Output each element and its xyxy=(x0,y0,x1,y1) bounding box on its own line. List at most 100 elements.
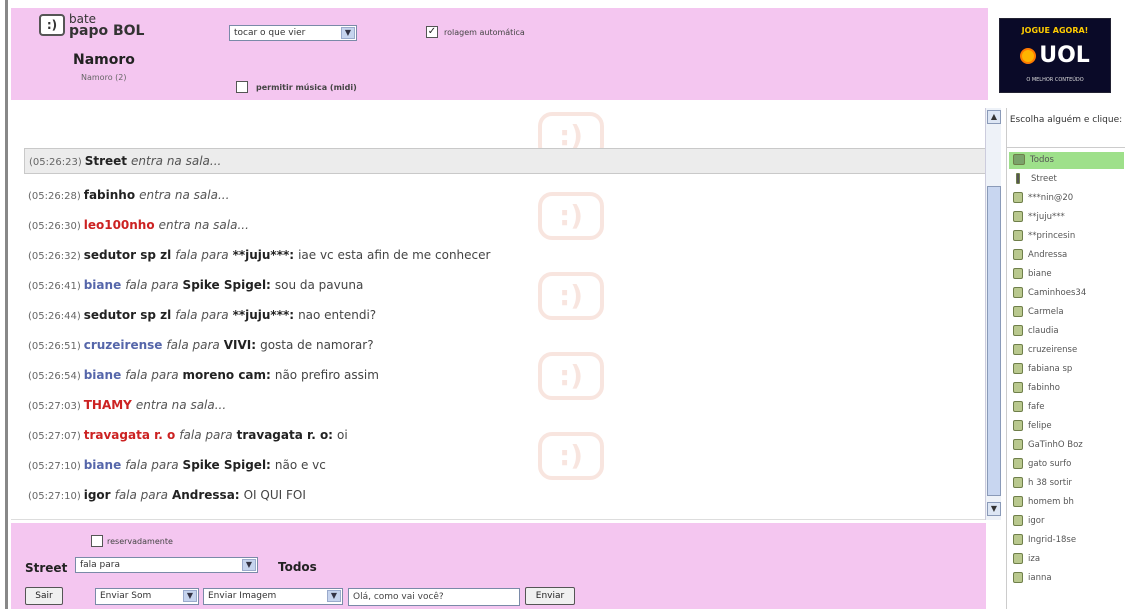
check-icon: ✓ xyxy=(427,26,437,37)
message-sender[interactable]: biane xyxy=(84,368,121,382)
user-list-header: Escolha alguém e clique: xyxy=(1007,108,1125,148)
music-checkbox[interactable] xyxy=(236,81,248,93)
message-sender[interactable]: travagata r. o xyxy=(84,428,176,442)
user-name: iza xyxy=(1028,554,1041,564)
user-list-item[interactable]: **juju*** xyxy=(1009,209,1124,226)
user-icon xyxy=(1013,268,1023,279)
chat-message: (05:26:23) Street entra na sala... xyxy=(24,148,987,174)
user-name: fabiana sp xyxy=(1028,364,1073,374)
message-time: (05:26:30) xyxy=(28,221,81,232)
uol-banner[interactable]: JOGUE AGORA! UOL O MELHOR CONTEÚDO xyxy=(999,18,1111,93)
chat-message: (05:26:28) fabinho entra na sala... xyxy=(24,180,987,210)
message-input[interactable]: Olá, como vai você? xyxy=(348,588,520,606)
sound-select[interactable]: Enviar Som ▼ xyxy=(95,588,199,605)
user-list-item[interactable]: iza xyxy=(1009,551,1124,568)
message-time: (05:27:10) xyxy=(28,461,81,472)
user-list-panel[interactable]: Escolha alguém e clique: Todos Street ***n… xyxy=(1006,108,1125,609)
message-verb: fala para xyxy=(125,278,179,292)
message-target[interactable]: VIVI: xyxy=(224,338,256,352)
user-icon xyxy=(1013,287,1023,298)
user-list-item[interactable]: homem bh xyxy=(1009,494,1124,511)
user-list-item[interactable]: **princesin xyxy=(1009,228,1124,245)
user-list-item[interactable]: Ingrid-18se xyxy=(1009,532,1124,549)
message-time: (05:26:51) xyxy=(28,341,81,352)
room-title: Namoro xyxy=(73,52,135,68)
chevron-down-icon: ▼ xyxy=(183,590,197,602)
scroll-mode-select[interactable]: tocar o que vier ▼ xyxy=(229,25,357,41)
user-list-item[interactable]: h 38 sortir xyxy=(1009,475,1124,492)
user-list-item[interactable]: ***nin@20 xyxy=(1009,190,1124,207)
message-target[interactable]: Andressa: xyxy=(172,488,240,502)
message-text: sou da pavuna xyxy=(274,278,364,292)
user-list-item[interactable]: fabinho xyxy=(1009,380,1124,397)
message-verb: fala para xyxy=(114,488,168,502)
user-list-item[interactable]: cruzeirense xyxy=(1009,342,1124,359)
reserved-checkbox[interactable] xyxy=(91,535,103,547)
user-list-item[interactable]: fafe xyxy=(1009,399,1124,416)
user-icon xyxy=(1013,325,1023,336)
user-list-item[interactable]: ianna xyxy=(1009,570,1124,587)
chevron-down-icon: ▼ xyxy=(327,590,341,602)
user-list-item[interactable]: Andressa xyxy=(1009,247,1124,264)
chat-messages-area[interactable]: :) :) :) :) :) (05:26:23) Street entra na … xyxy=(11,108,987,520)
image-select[interactable]: Enviar Imagem ▼ xyxy=(203,588,343,605)
verb-select[interactable]: fala para ▼ xyxy=(75,557,258,573)
message-target[interactable]: Spike Spigel: xyxy=(183,458,271,472)
user-name: fabinho xyxy=(1028,383,1060,393)
banner-bottom-text: O MELHOR CONTEÚDO xyxy=(1026,77,1084,83)
uol-logo: UOL xyxy=(1000,43,1110,68)
room-subtitle[interactable]: Namoro (2) xyxy=(81,73,126,82)
logo-line2: papo BOL xyxy=(69,23,145,39)
message-sender[interactable]: sedutor sp zl xyxy=(84,248,172,262)
chat-message: (05:27:10) biane fala para Spike Spigel: não… xyxy=(24,450,987,480)
chat-message: (05:26:51) cruzeirense fala para VIVI: gosta… xyxy=(24,330,987,360)
message-target[interactable]: travagata r. o: xyxy=(237,428,333,442)
message-sender[interactable]: biane xyxy=(84,458,121,472)
message-time: (05:26:41) xyxy=(28,281,81,292)
message-sender[interactable]: biane xyxy=(84,278,121,292)
user-icon xyxy=(1013,420,1023,431)
scroll-up-icon[interactable]: ▲ xyxy=(987,110,1001,124)
message-target[interactable]: Spike Spigel: xyxy=(183,278,271,292)
user-list-item[interactable]: Street xyxy=(1009,171,1124,188)
send-button[interactable]: Enviar xyxy=(525,587,575,605)
user-icon xyxy=(1013,306,1023,317)
message-verb: fala para xyxy=(166,338,220,352)
scroll-thumb[interactable] xyxy=(987,186,1001,496)
user-icon xyxy=(1013,230,1023,241)
user-icon xyxy=(1013,344,1023,355)
message-target[interactable]: **juju***: xyxy=(233,248,295,262)
user-name: **juju*** xyxy=(1028,212,1065,222)
scroll-down-icon[interactable]: ▼ xyxy=(987,502,1001,516)
user-list-item[interactable]: igor xyxy=(1009,513,1124,530)
message-sender[interactable]: Street xyxy=(85,154,127,168)
user-list-item[interactable]: biane xyxy=(1009,266,1124,283)
user-list-item[interactable]: fabiana sp xyxy=(1009,361,1124,378)
exit-button[interactable]: Sair xyxy=(25,587,63,605)
message-sender[interactable]: leo100nho xyxy=(84,218,155,232)
uol-logo-text: UOL xyxy=(1039,43,1090,68)
user-name: Carmela xyxy=(1028,307,1064,317)
user-list-item[interactable]: claudia xyxy=(1009,323,1124,340)
autoscroll-checkbox[interactable]: ✓ xyxy=(426,26,438,38)
message-target[interactable]: moreno cam: xyxy=(183,368,271,382)
user-icon xyxy=(1013,192,1023,203)
message-sender[interactable]: sedutor sp zl xyxy=(84,308,172,322)
batepapo-logo[interactable]: :) bate papo BOL xyxy=(39,12,179,46)
user-list-item[interactable]: GaTinhO Boz xyxy=(1009,437,1124,454)
message-sender[interactable]: igor xyxy=(84,488,111,502)
message-sender[interactable]: THAMY xyxy=(84,398,132,412)
message-sender[interactable]: cruzeirense xyxy=(84,338,163,352)
user-list-item[interactable]: gato surfo xyxy=(1009,456,1124,473)
user-icon xyxy=(1013,515,1023,526)
message-target[interactable]: **juju***: xyxy=(233,308,295,322)
user-list-item[interactable]: Caminhoes34 xyxy=(1009,285,1124,302)
user-list-item[interactable]: Carmela xyxy=(1009,304,1124,321)
chat-scrollbar[interactable]: ▲ ▼ xyxy=(985,108,1001,520)
user-list-item[interactable]: felipe xyxy=(1009,418,1124,435)
chat-message: (05:26:30) leo100nho entra na sala... xyxy=(24,210,987,240)
user-list-item[interactable]: Todos xyxy=(1009,152,1124,169)
message-sender[interactable]: fabinho xyxy=(84,188,135,202)
scroll-mode-value: tocar o que vier xyxy=(234,28,306,38)
user-name: cruzeirense xyxy=(1028,345,1078,355)
